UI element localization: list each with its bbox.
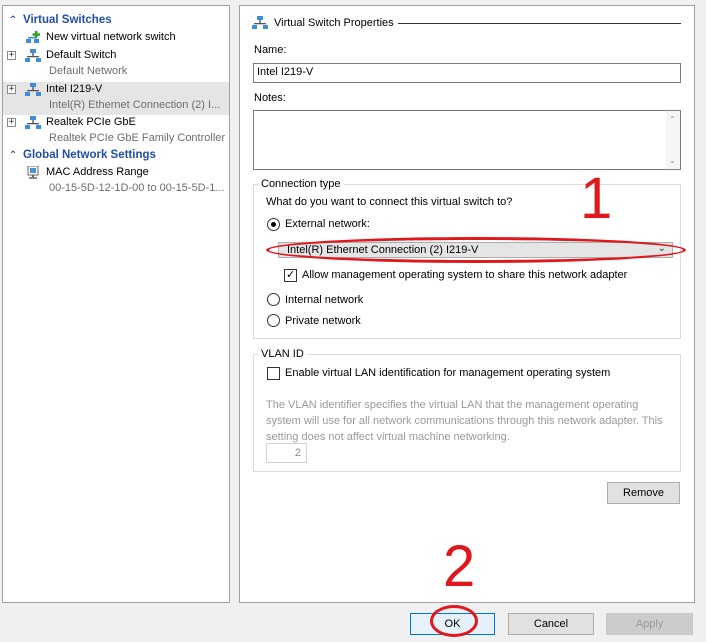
tree-item-intel-i219v[interactable]: + Intel I219-V Intel(R) Ethernet Connect…: [3, 82, 229, 115]
vlan-description: The VLAN identifier specifies the virtua…: [266, 399, 663, 443]
annotation-ellipse-ok: [430, 605, 478, 637]
tree-item-label: New virtual network switch: [46, 31, 176, 43]
properties-title: Virtual Switch Properties: [274, 17, 394, 29]
external-network-label[interactable]: External network:: [285, 218, 370, 230]
expand-icon[interactable]: +: [7, 51, 16, 60]
network-switch-icon: [25, 83, 41, 96]
tree-item-label: MAC Address Range: [46, 166, 149, 178]
allow-management-label[interactable]: Allow management operating system to sha…: [302, 269, 627, 281]
enable-vlan-checkbox[interactable]: [267, 367, 280, 380]
annotation-number-two: 2: [443, 534, 476, 599]
global-network-settings-label: Global Network Settings: [23, 149, 156, 161]
checkmark-icon: ✓: [286, 269, 296, 281]
tree-item-sublabel: Realtek PCIe GbE Family Controller: [49, 132, 226, 144]
notes-textarea[interactable]: ⌃ ⌄: [253, 110, 681, 170]
tree-item-realtek[interactable]: + Realtek PCIe GbE Realtek PCIe GbE Fami…: [3, 115, 229, 149]
collapse-chevron-icon[interactable]: ⌃: [3, 15, 23, 26]
annotation-ellipse-adapter: [266, 237, 686, 263]
private-network-radio[interactable]: [267, 314, 280, 327]
internal-network-radio[interactable]: [267, 293, 280, 306]
expand-icon[interactable]: +: [7, 85, 16, 94]
tree-item-label: Realtek PCIe GbE: [46, 116, 136, 128]
network-switch-icon: [252, 16, 268, 29]
global-network-settings-section[interactable]: ⌃ Global Network Settings: [3, 147, 156, 163]
name-input[interactable]: Intel I219-V: [253, 63, 681, 83]
tree-item-sublabel: 00-15-5D-12-1D-00 to 00-15-5D-1...: [49, 182, 225, 194]
enable-vlan-label[interactable]: Enable virtual LAN identification for ma…: [285, 367, 610, 379]
virtual-switches-section[interactable]: ⌃ Virtual Switches: [3, 12, 112, 28]
tree-item-new-switch[interactable]: New virtual network switch: [3, 30, 229, 48]
apply-button: Apply: [606, 613, 693, 635]
scroll-down-arrow-icon[interactable]: ⌄: [669, 156, 676, 165]
external-network-radio[interactable]: [267, 218, 280, 231]
header-divider: [398, 23, 681, 24]
private-network-label[interactable]: Private network: [285, 315, 361, 327]
collapse-chevron-icon[interactable]: ⌃: [3, 150, 23, 161]
network-switch-icon: [25, 49, 41, 62]
tree-item-default-switch[interactable]: + Default Switch Default Network: [3, 48, 229, 82]
remove-button[interactable]: Remove: [607, 482, 680, 504]
cancel-button[interactable]: Cancel: [508, 613, 594, 635]
notes-label: Notes:: [254, 92, 286, 104]
new-switch-icon: [26, 31, 40, 43]
tree-item-label: Intel I219-V: [46, 83, 103, 95]
expand-icon[interactable]: +: [7, 118, 16, 127]
network-switch-icon: [25, 116, 41, 129]
vlan-id-input: 2: [266, 443, 307, 463]
switch-tree-pane[interactable]: ⌃ Virtual Switches New virtual network s…: [2, 5, 230, 603]
tree-item-sublabel: Intel(R) Ethernet Connection (2) I...: [49, 99, 221, 111]
tree-item-sublabel: Default Network: [49, 65, 128, 77]
tree-item-mac-range[interactable]: MAC Address Range 00-15-5D-12-1D-00 to 0…: [3, 165, 229, 199]
vlan-id-title: VLAN ID: [258, 348, 307, 360]
connection-question: What do you want to connect this virtual…: [266, 196, 513, 208]
allow-management-checkbox[interactable]: ✓: [284, 269, 297, 282]
virtual-switches-label: Virtual Switches: [23, 14, 112, 26]
notes-scrollbar[interactable]: ⌃ ⌄: [666, 111, 680, 169]
scroll-up-arrow-icon[interactable]: ⌃: [669, 115, 676, 124]
connection-type-title: Connection type: [258, 178, 344, 190]
mac-address-icon: [27, 166, 39, 179]
annotation-number-one: 1: [580, 166, 613, 231]
internal-network-label[interactable]: Internal network: [285, 294, 363, 306]
tree-item-label: Default Switch: [46, 49, 117, 61]
properties-header: Virtual Switch Properties: [252, 16, 394, 30]
name-label: Name:: [254, 44, 287, 56]
